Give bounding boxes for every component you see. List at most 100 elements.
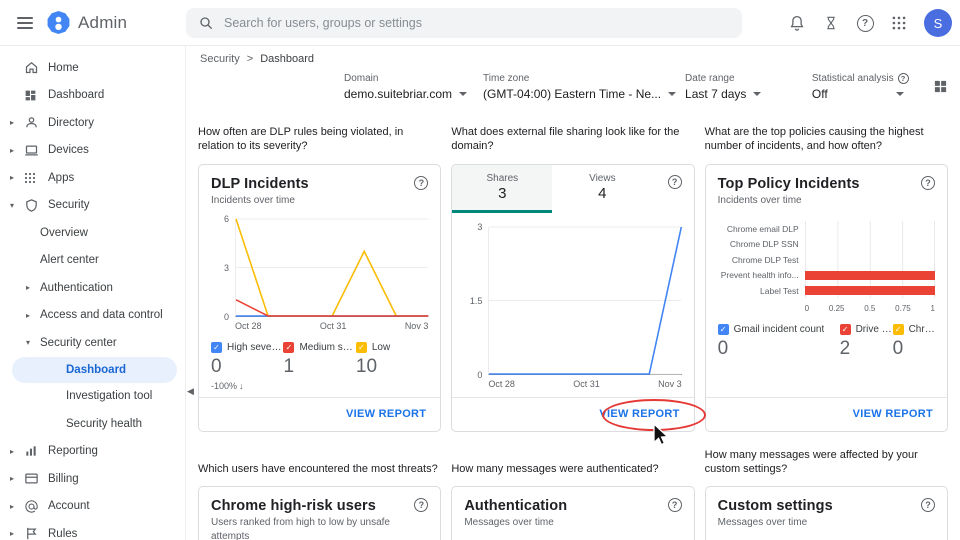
y-tick-label: 1.5 (469, 295, 483, 306)
manage-dashboard-layout-icon[interactable] (933, 79, 948, 99)
statistical-analysis-select[interactable]: Off (812, 87, 904, 101)
series-checkbox-icon[interactable]: ✓ (717, 323, 729, 335)
sidebar-item-apps[interactable]: ▸ Apps (0, 164, 185, 192)
sidebar-item-alert-center[interactable]: Alert center (0, 247, 185, 275)
chevron-right-icon: ▸ (10, 173, 15, 183)
sharing-plot-area (488, 227, 681, 375)
timezone-select[interactable]: (GMT-04:00) Eastern Time - Ne... (483, 87, 677, 101)
person-icon (24, 115, 48, 130)
series-checkbox-icon[interactable]: ✓ (283, 342, 295, 354)
notifications-bell-icon[interactable] (784, 10, 810, 36)
view-report-link[interactable]: VIEW REPORT (346, 408, 426, 420)
help-icon[interactable]: ? (414, 498, 429, 513)
legend-item-high-severity: ✓ High severity (211, 342, 283, 354)
card-title: Top Policy Incidents (717, 175, 860, 192)
view-report-link[interactable]: VIEW REPORT (853, 408, 933, 420)
question-threats: Which users have encountered the most th… (198, 462, 438, 475)
sidebar-item-billing[interactable]: ▸ Billing (0, 465, 185, 493)
date-range-select[interactable]: Last 7 days (685, 87, 796, 101)
sidebar-item-dashboard[interactable]: Dashboard (12, 356, 177, 383)
breadcrumb: Security > Dashboard (186, 46, 960, 69)
sidebar-item-label: Access and data control (40, 309, 163, 322)
legend-item-low: ✓ Low (355, 342, 428, 354)
sidebar-item-label: Overview (40, 226, 88, 239)
home-icon (24, 60, 48, 75)
series-checkbox-icon[interactable]: ✓ (355, 342, 367, 354)
card-subtitle: Incidents over time (211, 194, 295, 206)
sidebar-item-label: Alert center (40, 254, 99, 267)
breadcrumb-section[interactable]: Security (200, 53, 240, 65)
help-icon[interactable]: ? (920, 498, 935, 513)
user-avatar[interactable]: S (924, 9, 952, 37)
series-checkbox-icon[interactable]: ✓ (211, 342, 222, 354)
hamburger-menu-icon[interactable] (6, 4, 44, 42)
x-axis-labels: Oct 28 Oct 31 Nov 3 (235, 321, 428, 331)
dlp-legend-values: 0 1 10 (211, 356, 428, 378)
sidebar-item-rules[interactable]: ▸ Rules (0, 520, 185, 540)
search-icon (200, 17, 213, 30)
x-tick-label: 0.5 (864, 303, 876, 313)
card-title: Authentication (464, 498, 568, 515)
sidebar-item-reporting[interactable]: ▸ Reporting (0, 438, 185, 466)
collapse-panel-icon[interactable]: ◀ (187, 386, 194, 397)
search-input[interactable] (224, 16, 730, 30)
sidebar-item-label: Security center (40, 336, 117, 349)
x-tick-label: 1 (930, 303, 935, 313)
question-sharing: What does external file sharing look lik… (451, 126, 680, 153)
bar[interactable] (804, 286, 935, 296)
chevron-right-icon: ▸ (10, 474, 15, 484)
series-checkbox-icon[interactable]: ✓ (892, 323, 904, 335)
dropdown-caret-icon (895, 92, 904, 96)
help-icon[interactable]: ? (667, 174, 682, 189)
bar-row: Label Test (718, 283, 935, 299)
sidebar-nav: Home Dashboard ▸ Directory ▸ Devices ▸ Apps ▾ Sec… (0, 46, 186, 540)
sidebar-item-access-and-data-control[interactable]: ▸ Access and data control (0, 302, 185, 330)
sidebar-item-authentication[interactable]: ▸ Authentication (0, 274, 185, 302)
tasks-hourglass-icon[interactable] (818, 10, 844, 36)
help-icon[interactable]: ? (920, 175, 935, 190)
sidebar-item-directory[interactable]: ▸ Directory (0, 109, 185, 137)
series-checkbox-icon[interactable]: ✓ (839, 323, 851, 335)
help-icon[interactable]: ? (897, 73, 909, 84)
google-admin-logo[interactable]: Admin (46, 10, 127, 35)
search-bar[interactable] (186, 8, 742, 38)
help-icon[interactable]: ? (667, 498, 682, 513)
question-row-1: How often are DLP rules being violated, … (186, 125, 960, 154)
sidebar-item-investigation-tool[interactable]: Investigation tool (0, 383, 185, 411)
apps-grid-icon[interactable] (886, 10, 912, 36)
sidebar-item-security[interactable]: ▾ Security (0, 192, 185, 220)
sidebar-item-dashboard[interactable]: Dashboard (0, 82, 185, 110)
sidebar-item-security-center[interactable]: ▾ Security center (0, 329, 185, 357)
trend-indicator: -100% ↓ (211, 381, 244, 392)
chevron-right-icon: ▸ (10, 501, 15, 511)
card-subtitle: Messages over time (717, 517, 808, 529)
sidebar-item-devices[interactable]: ▸ Devices (0, 137, 185, 165)
apps-icon (24, 172, 48, 184)
chevron-right-icon: ▸ (10, 118, 15, 128)
x-tick-label: 0 (804, 303, 810, 313)
support-help-icon[interactable]: ? (852, 10, 878, 36)
legend-value: 0 (211, 356, 222, 378)
sidebar-item-security-health[interactable]: Security health (0, 410, 185, 438)
help-icon[interactable]: ? (414, 175, 429, 190)
sidebar-item-label: Apps (48, 171, 75, 184)
sidebar-item-account[interactable]: ▸ Account (0, 493, 185, 521)
main-content: Security > Dashboard Domain demo.suitebr… (186, 46, 960, 540)
sidebar-item-overview[interactable]: Overview (0, 219, 185, 247)
at-icon (24, 499, 48, 514)
bar-category-label: Chrome DLP Test (731, 254, 799, 265)
question-custom-settings: How many messages were affected by your … (704, 448, 918, 475)
domain-select[interactable]: demo.suitebriar.com (344, 87, 468, 101)
x-axis-labels: Oct 28 Oct 31 Nov 3 (488, 379, 681, 389)
question-authentication: How many messages were authenticated? (451, 462, 659, 475)
bar[interactable] (804, 270, 935, 280)
tab-views[interactable]: Views 4 (552, 165, 652, 213)
statistical-analysis-filter: Statistical analysis ? Off (812, 73, 917, 101)
sidebar-item-home[interactable]: Home (0, 54, 185, 82)
devices-icon (24, 143, 48, 158)
sidebar-item-label: Investigation tool (66, 390, 153, 403)
shield-icon (24, 198, 48, 213)
tab-shares[interactable]: Shares 3 (452, 164, 553, 213)
view-report-link[interactable]: VIEW REPORT (599, 408, 679, 420)
sidebar-item-label: Devices (48, 144, 89, 157)
